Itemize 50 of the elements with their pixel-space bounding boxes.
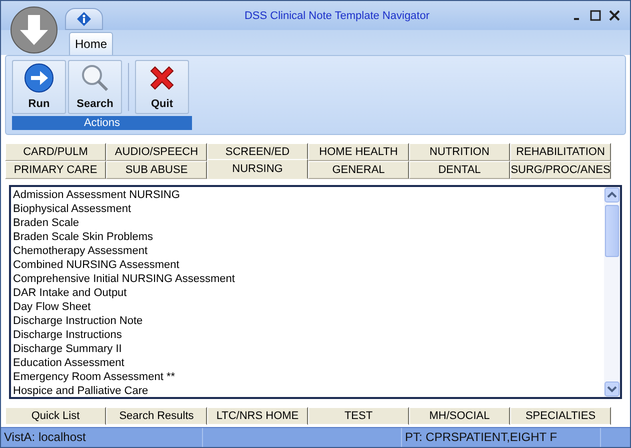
- category-tab[interactable]: SURG/PROC/ANES: [510, 161, 611, 179]
- category-tab[interactable]: NUTRITION: [409, 143, 510, 161]
- bottom-tab[interactable]: TEST: [308, 407, 409, 425]
- category-tab[interactable]: SUB ABUSE: [106, 161, 207, 179]
- template-item[interactable]: Biophysical Assessment: [13, 202, 602, 216]
- magnifier-icon: [80, 63, 110, 93]
- scroll-down-icon[interactable]: [604, 381, 620, 397]
- bottom-tab[interactable]: MH/SOCIAL: [409, 407, 510, 425]
- category-tab[interactable]: PRIMARY CARE: [5, 161, 106, 179]
- quit-button[interactable]: Quit: [135, 60, 189, 114]
- template-item[interactable]: DAR Intake and Output: [13, 286, 602, 300]
- run-button[interactable]: Run: [12, 60, 66, 114]
- category-tab[interactable]: GENERAL: [308, 161, 409, 179]
- category-tab[interactable]: AUDIO/SPEECH: [106, 143, 207, 161]
- category-tab[interactable]: CARD/PULM: [5, 143, 106, 161]
- category-tab[interactable]: NURSING: [207, 159, 308, 179]
- template-item[interactable]: Education Assessment: [13, 356, 602, 370]
- close-icon[interactable]: [609, 10, 620, 21]
- bottom-tab[interactable]: SPECIALTIES: [510, 407, 611, 425]
- template-item[interactable]: Combined NURSING Assessment: [13, 258, 602, 272]
- template-item[interactable]: Braden Scale: [13, 216, 602, 230]
- template-item[interactable]: Chemotherapy Assessment: [13, 244, 602, 258]
- bottom-tab[interactable]: LTC/NRS HOME: [207, 407, 308, 425]
- category-tab[interactable]: HOME HEALTH: [308, 143, 409, 161]
- template-item[interactable]: Day Flow Sheet: [13, 300, 602, 314]
- template-item[interactable]: Comprehensive Initial NURSING Assessment: [13, 272, 602, 286]
- template-item[interactable]: Hospice and Palliative Care: [13, 384, 602, 398]
- search-button[interactable]: Search: [68, 60, 122, 114]
- group-label: Actions: [12, 116, 192, 130]
- status-patient: PT: CPRSPATIENT,EIGHT F: [402, 428, 601, 447]
- scroll-thumb[interactable]: [605, 205, 619, 257]
- template-item[interactable]: Emergency Room Assessment **: [13, 370, 602, 384]
- scroll-up-icon[interactable]: [604, 187, 620, 203]
- ribbon-tab[interactable]: Home: [69, 32, 114, 55]
- template-item[interactable]: Discharge Instructions: [13, 328, 602, 342]
- info-icon: [76, 10, 92, 26]
- category-tab[interactable]: DENTAL: [409, 161, 510, 179]
- template-item[interactable]: Admission Assessment NURSING: [13, 188, 602, 202]
- bottom-tab[interactable]: Quick List: [5, 407, 106, 425]
- maximize-icon[interactable]: [590, 10, 601, 21]
- window-title: DSS Clinical Note Template Navigator: [243, 10, 431, 22]
- status-server: VistA: localhost: [1, 428, 203, 447]
- category-tab[interactable]: REHABILITATION: [510, 143, 611, 161]
- info-button[interactable]: [65, 8, 103, 30]
- template-item[interactable]: Braden Scale Skin Problems: [13, 230, 602, 244]
- arrow-right-icon: [24, 63, 54, 93]
- template-item[interactable]: Discharge Instruction Note: [13, 314, 602, 328]
- template-item[interactable]: Discharge Summary II: [13, 342, 602, 356]
- bottom-tab[interactable]: Search Results: [106, 407, 207, 425]
- scrollbar[interactable]: [604, 187, 620, 397]
